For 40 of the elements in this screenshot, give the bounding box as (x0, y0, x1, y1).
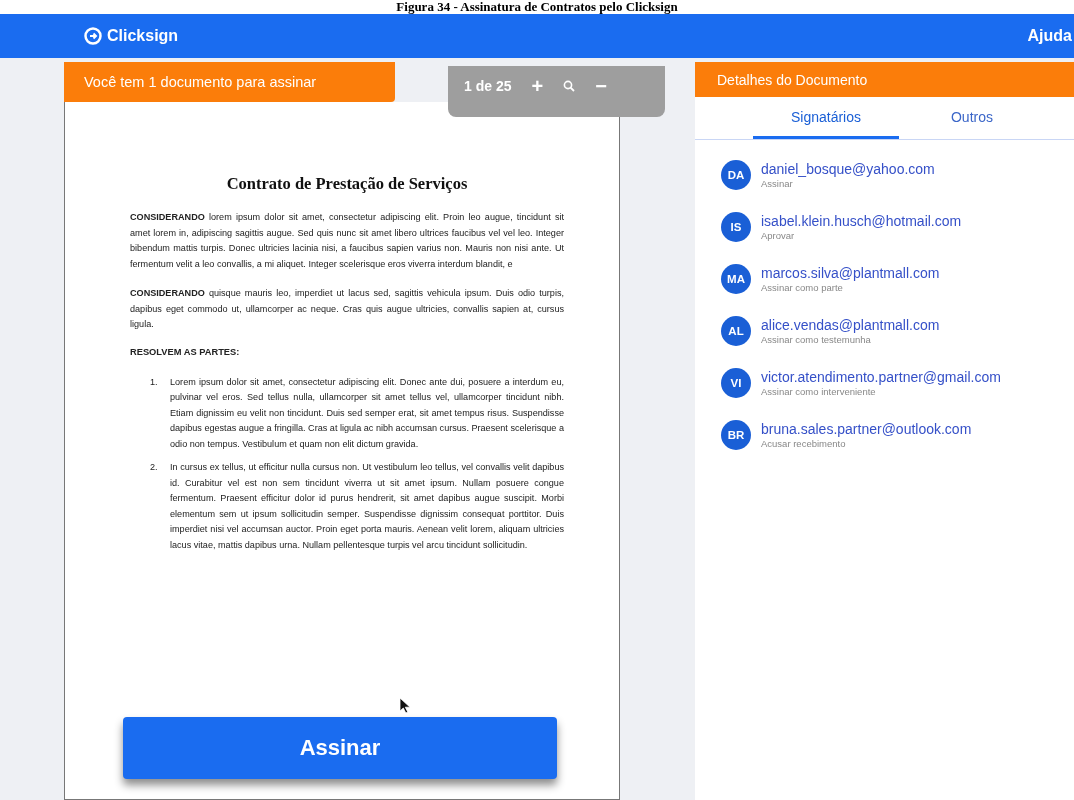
signer-role: Aprovar (761, 229, 796, 242)
help-link[interactable]: Ajuda (1027, 27, 1072, 45)
signer-email: bruna.sales.partner@outlook.com (761, 420, 972, 438)
search-icon[interactable] (563, 80, 576, 92)
section-heading: RESOLVEM AS PARTES: (130, 346, 241, 357)
panel-tab[interactable]: Outros (899, 97, 1045, 139)
pending-banner: Você tem 1 documento para assinar (64, 62, 395, 102)
clause-text: Lorem ipsum dolor sit amet, consectetur adipiscing elit. Donec ante dui, posuere a interdum eu, pulvinar vel eros. Sed tellus nulla, ullamcorper sit amet tellus vel, ullamcorper tincidunt nibh. Etiam dignissim eu velit non tincidunt. Duis sed semper erat, sit amet tempus risus. Suspendisse dapibus egestas augue a fringilla. Cras at ligula ac nibh accumsan cursus. Praesent scelerisque a odio non tempus. Vestibulum et quam non elit dictum gravida. (170, 375, 564, 451)
signer-role: Assinar como testemunha (761, 333, 872, 346)
signer-role: Assinar (761, 177, 794, 190)
signer-email: victor.atendimento.partner@gmail.com (761, 368, 1001, 386)
signer-email: marcos.silva@plantmall.com (761, 264, 940, 282)
signer-email: daniel_bosque@yahoo.com (761, 160, 935, 178)
logo-text: Clicksign (107, 27, 179, 45)
document-paragraph: CONSIDERANDO quisque mauris leo, imperdiet ut lacus sed, sagittis vehicula ipsum. Duis odio turpis, dapibus eget commodo ut, ullamcorper ac neque. Cras quis augue ultricies, convallis sapien at, cursus ligula. (130, 287, 564, 331)
signer-avatar: IS (721, 212, 751, 242)
document-title: Contrato de Prestação de Serviços (225, 174, 469, 194)
signer-avatar: VI (721, 368, 751, 398)
signer-role: Assinar como parte (761, 281, 844, 294)
cursor-icon (399, 697, 411, 714)
zoom-out-button[interactable]: − (585, 66, 617, 106)
panel-tab[interactable]: Signatários (753, 97, 899, 139)
signer-role: Assinar como interveniente (761, 385, 877, 398)
signer-email: isabel.klein.husch@hotmail.com (761, 212, 962, 230)
page-counter[interactable]: 1 de 25 (448, 66, 522, 106)
signer-avatar: AL (721, 316, 751, 346)
sign-button[interactable]: Assinar (123, 717, 557, 779)
zoom-in-button[interactable]: + (521, 66, 554, 106)
document-paragraph: CONSIDERANDO lorem ipsum dolor sit amet, consectetur adipiscing elit. Proin leo augue, tincidunt sit amet lorem in, adipiscing sagittis augue. Sed quis nunc sit amet libero ultrices faucibus vel vel leo. Integer bibendum mattis turpis. Donec ultricies lacinia nisi, a faucibus sapien varius non. Mauris non nisi ante. Ut fermentum velit a leo convallis, a mi aliquet. Integer scelerisque eros viverra interdum blandit, e (130, 211, 564, 271)
logo-icon (84, 27, 102, 45)
signer-role: Acusar recebimento (761, 437, 847, 450)
signer-avatar: MA (721, 264, 751, 294)
item-number: 2. (150, 461, 159, 474)
signer-email: alice.vendas@plantmall.com (761, 316, 940, 334)
clause-text: In cursus ex tellus, ut efficitur nulla cursus non. Ut vestibulum leo tellus, vel convallis velit dapibus id. Curabitur vel est non sem tincidunt viverra ut sit amet ipsum. Nullam posuere congue fermentum. Praesent efficitur dolor id purus hendrerit, sit amet dapibus augue suscipit. Morbi elementum sem ut ipsum sollicitudin semper. Suspendisse dignissim consequat porttitor. Duis imperdiet nisi vel accumsan auctor. Proin eget porta mauris. Aenean velit lorem, aliquam ultricies lacus vitae, mattis dapibus urna. Nullam pellentesque turpis vel arcu tincidunt sollicitudin. (170, 461, 564, 552)
item-number: 1. (150, 375, 159, 389)
figure-caption: Figura 34 - Assinatura de Contratos pelo Clicksign (396, 0, 678, 14)
signer-avatar: BR (721, 420, 751, 450)
signer-avatar: DA (721, 160, 751, 190)
details-title: Detalhes do Documento (695, 62, 1074, 97)
